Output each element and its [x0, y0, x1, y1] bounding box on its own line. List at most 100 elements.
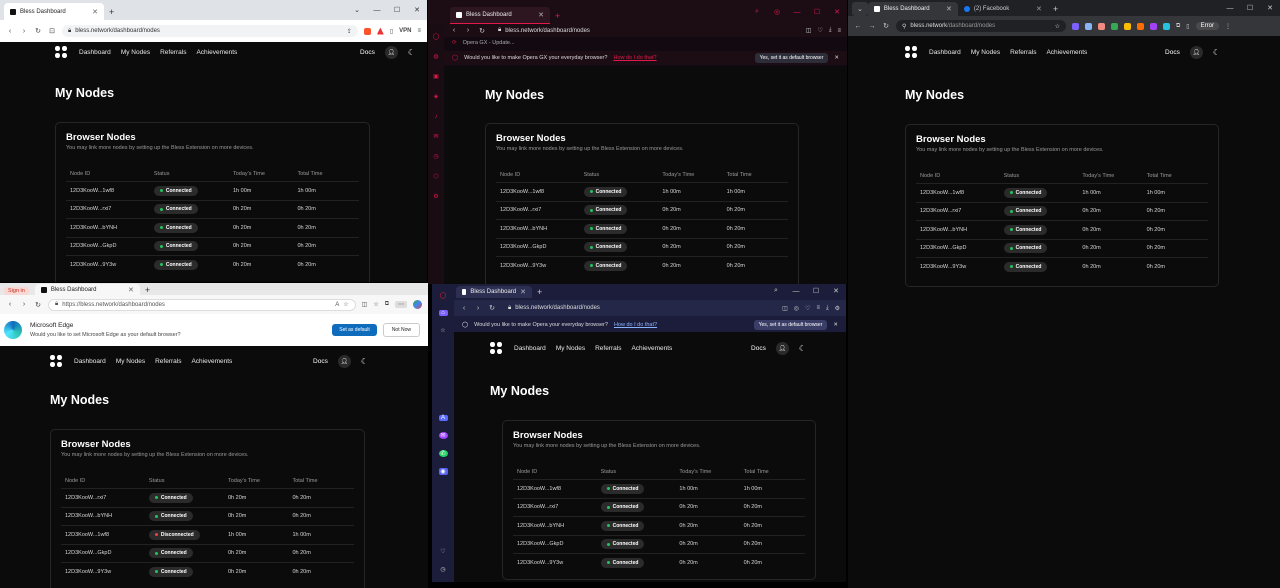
tab-search-icon[interactable]: ⌄ [852, 2, 868, 16]
favorites-icon[interactable]: ☆ [373, 301, 378, 308]
nav-my-nodes[interactable]: My Nodes [121, 49, 150, 56]
address-bar[interactable]: 🔒︎ bless.network/dashboard/nodes [492, 25, 800, 37]
update-text[interactable]: Opera GX - Update... [463, 40, 515, 46]
extension-icon[interactable] [1163, 22, 1170, 30]
bless-logo-icon[interactable] [905, 46, 917, 58]
user-avatar-icon[interactable]: 👤︎ [1189, 45, 1203, 59]
forward-icon[interactable]: › [474, 305, 482, 312]
tab-bless-dashboard[interactable]: Bless Dashboard ✕ [867, 2, 958, 16]
bless-logo-icon[interactable] [50, 355, 62, 367]
theme-toggle-icon[interactable]: ☾ [799, 344, 806, 353]
gx-control-icon[interactable]: ◍ [432, 52, 441, 61]
nav-referrals[interactable]: Referrals [1010, 49, 1036, 56]
chevron-down-icon[interactable]: ⌄ [347, 6, 367, 14]
address-bar[interactable]: 🔒︎ bless.network/dashboard/nodes [502, 302, 776, 314]
back-icon[interactable]: ‹ [6, 28, 14, 35]
close-icon[interactable]: ✕ [407, 6, 427, 14]
extension-icon[interactable] [1150, 22, 1157, 30]
star-icon[interactable]: ☆ [343, 301, 348, 308]
home-icon[interactable]: ⌂ [438, 310, 448, 316]
messenger-icon[interactable]: ✉ [438, 432, 448, 439]
heart-icon[interactable]: ♡ [439, 548, 448, 555]
nav-achievements[interactable]: Achievements [191, 358, 232, 365]
close-icon[interactable]: ✕ [834, 55, 839, 61]
pinboard-icon[interactable]: ☆ [439, 327, 448, 334]
aria-icon[interactable]: A [438, 415, 448, 421]
not-now-button[interactable]: Not Now [382, 323, 420, 337]
nav-achievements[interactable]: Achievements [631, 345, 672, 352]
menu-icon[interactable]: ≡ [816, 305, 820, 311]
prompt-help-link[interactable]: How do I do that? [613, 55, 656, 61]
brave-rewards-icon[interactable] [376, 27, 384, 35]
back-icon[interactable]: ‹ [450, 27, 458, 34]
nav-achievements[interactable]: Achievements [1046, 49, 1087, 56]
nav-referrals[interactable]: Referrals [155, 358, 181, 365]
nav-docs[interactable]: Docs [751, 345, 766, 352]
extension-icon[interactable] [1085, 22, 1092, 30]
nav-docs[interactable]: Docs [1165, 49, 1180, 56]
settings-icon[interactable]: ⚙ [835, 305, 840, 312]
user-avatar-icon[interactable]: 👤︎ [775, 341, 789, 355]
new-tab-button[interactable]: + [550, 7, 565, 24]
tab-bless-dashboard[interactable]: Bless Dashboard ✕ [456, 286, 532, 298]
tab-bless-dashboard[interactable]: Bless Dashboard ✕ [450, 7, 550, 24]
split-screen-icon[interactable]: ◫ [362, 301, 368, 308]
menu-icon[interactable]: ≡ [837, 28, 841, 34]
camera-icon[interactable]: ◫ [782, 305, 788, 312]
messenger-icon[interactable]: ✉ [432, 132, 441, 141]
forward-icon[interactable]: → [868, 23, 876, 30]
tab-bless-dashboard[interactable]: Bless Dashboard ✕ [34, 284, 140, 295]
close-tab-icon[interactable]: ✕ [1036, 5, 1042, 13]
site-info-icon[interactable]: ⚲ [902, 23, 906, 30]
bless-logo-icon[interactable] [55, 46, 67, 58]
new-tab-button[interactable]: + [1048, 2, 1063, 16]
new-tab-button[interactable]: + [532, 286, 547, 298]
nav-my-nodes[interactable]: My Nodes [116, 358, 145, 365]
heart-icon[interactable]: ♡ [805, 305, 810, 312]
settings-more-icon[interactable]: ⋯ [395, 301, 407, 308]
theme-toggle-icon[interactable]: ☾ [1213, 48, 1220, 57]
snapshot-icon[interactable]: ◎ [767, 8, 787, 16]
history-icon[interactable]: ◷ [432, 152, 441, 161]
collections-icon[interactable]: ⧉ [385, 301, 389, 308]
download-icon[interactable]: ⤓ [826, 305, 829, 312]
forward-icon[interactable]: › [20, 28, 28, 35]
address-bar[interactable]: 🔒︎ bless.network/dashboard/nodes ⇪ [62, 25, 358, 37]
settings-icon[interactable]: ⚙ [432, 192, 441, 201]
tab-facebook[interactable]: (2) Facebook ✕ [958, 2, 1048, 16]
new-tab-button[interactable]: + [140, 284, 155, 295]
opera-gx-logo-icon[interactable]: ◯ [432, 32, 441, 41]
maximize-icon[interactable]: ☐ [1240, 4, 1260, 12]
reload-icon[interactable]: ↻ [882, 22, 890, 30]
nav-achievements[interactable]: Achievements [196, 49, 237, 56]
close-icon[interactable]: ✕ [1260, 4, 1280, 12]
error-button[interactable]: Error [1195, 22, 1219, 30]
menu-icon[interactable]: ≡ [417, 28, 421, 34]
discord-icon[interactable]: ◉ [438, 468, 448, 475]
forward-icon[interactable]: › [464, 27, 472, 34]
close-tab-icon[interactable]: ✕ [520, 288, 526, 296]
forward-icon[interactable]: › [20, 301, 28, 308]
reload-icon[interactable]: ↻ [34, 27, 42, 35]
maximize-icon[interactable]: ☐ [807, 8, 827, 16]
close-icon[interactable]: ✕ [826, 287, 846, 295]
side-panel-icon[interactable]: ▯ [1186, 23, 1189, 30]
brave-shield-icon[interactable] [363, 27, 371, 35]
close-tab-icon[interactable]: ✕ [538, 11, 544, 19]
theme-toggle-icon[interactable]: ☾ [361, 357, 368, 366]
close-tab-icon[interactable]: ✕ [946, 5, 952, 13]
camera-icon[interactable]: ◫ [806, 27, 812, 34]
user-avatar-icon[interactable]: 👤︎ [384, 45, 398, 59]
star-icon[interactable]: ☆ [1055, 23, 1060, 30]
bookmark-icon[interactable]: ⊡ [48, 27, 56, 35]
extension-icon[interactable] [1098, 22, 1105, 30]
sign-in-button[interactable]: Sign in [4, 287, 29, 295]
maximize-icon[interactable]: ☐ [806, 287, 826, 295]
theme-toggle-icon[interactable]: ☾ [408, 48, 415, 57]
set-default-button[interactable]: Yes, set it as default browser [753, 320, 828, 330]
bless-logo-icon[interactable] [490, 342, 502, 354]
heart-icon[interactable]: ♡ [817, 27, 822, 34]
minimize-icon[interactable]: — [367, 7, 387, 14]
user-avatar-icon[interactable]: 👤︎ [337, 354, 351, 368]
download-icon[interactable]: ⤓ [829, 27, 832, 34]
